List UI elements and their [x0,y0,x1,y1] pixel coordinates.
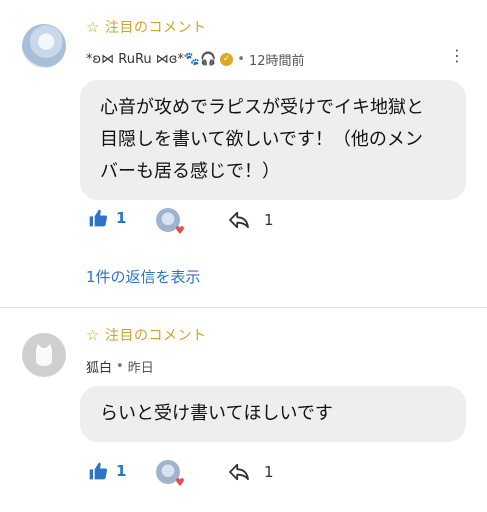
thumbs-up-icon [89,209,108,227]
separator-dot: • [116,359,124,374]
creator-heart-icon: ♥ [175,476,185,489]
comment-text-line: バーも居る感じで！） [100,161,280,182]
reply-count: 1 [264,211,274,229]
avatar[interactable] [22,333,66,377]
comment-actions: 1 [88,208,126,228]
star-icon: ☆ [86,326,100,344]
reply-icon [229,463,249,481]
like-button[interactable]: 1 [88,461,126,481]
badge-label: 注目のコメント [104,20,207,36]
view-replies-link[interactable]: 1件の返信を表示 [86,266,201,287]
like-count: 1 [116,462,127,480]
default-avatar-icon [36,344,52,366]
pinned-badge: ☆ 注目のコメント [86,325,206,345]
comment-meta: *ʚ⋈ RuRu ⋈ɞ*🐾🎧 ✓ • 12時間前 [86,50,305,69]
author-name[interactable]: 狐白 [86,357,112,376]
comment-bubble: らいと受け書いてほしいです [80,386,466,442]
comment-bubble: 心音が攻めでラピスが受けでイキ地獄と 目隠しを書いて欲しいです！（他のメン バー… [80,80,466,200]
reply-button[interactable]: 1 [228,211,274,229]
divider [0,307,487,308]
thumbs-up-icon [89,462,108,480]
reply-count: 1 [264,463,274,481]
like-count: 1 [116,209,127,227]
comment-actions: 1 [88,461,126,481]
comment-text-line: 心音が攻めでラピスが受けでイキ地獄と [100,97,424,118]
separator-dot: • [237,52,245,67]
comment-time: 12時間前 [248,54,305,69]
star-icon: ☆ [86,18,100,36]
comment-text-line: らいと受け書いてほしいです [100,403,333,424]
reply-button[interactable]: 1 [228,463,274,481]
comment-text-line: 目隠しを書いて欲しいです！（他のメン [100,129,423,150]
comment-meta: 狐白 • 昨日 [86,357,154,376]
avatar[interactable] [22,24,66,68]
comment-time: 昨日 [127,361,154,376]
more-options-icon[interactable]: ⋮ [447,46,467,65]
pinned-badge: ☆ 注目のコメント [86,17,206,37]
reply-icon [229,211,249,229]
creator-heart-icon: ♥ [175,224,185,237]
verified-icon: ✓ [220,53,234,66]
badge-label: 注目のコメント [104,328,207,344]
author-name[interactable]: *ʚ⋈ RuRu ⋈ɞ*🐾🎧 [86,52,216,67]
like-button[interactable]: 1 [88,208,126,228]
